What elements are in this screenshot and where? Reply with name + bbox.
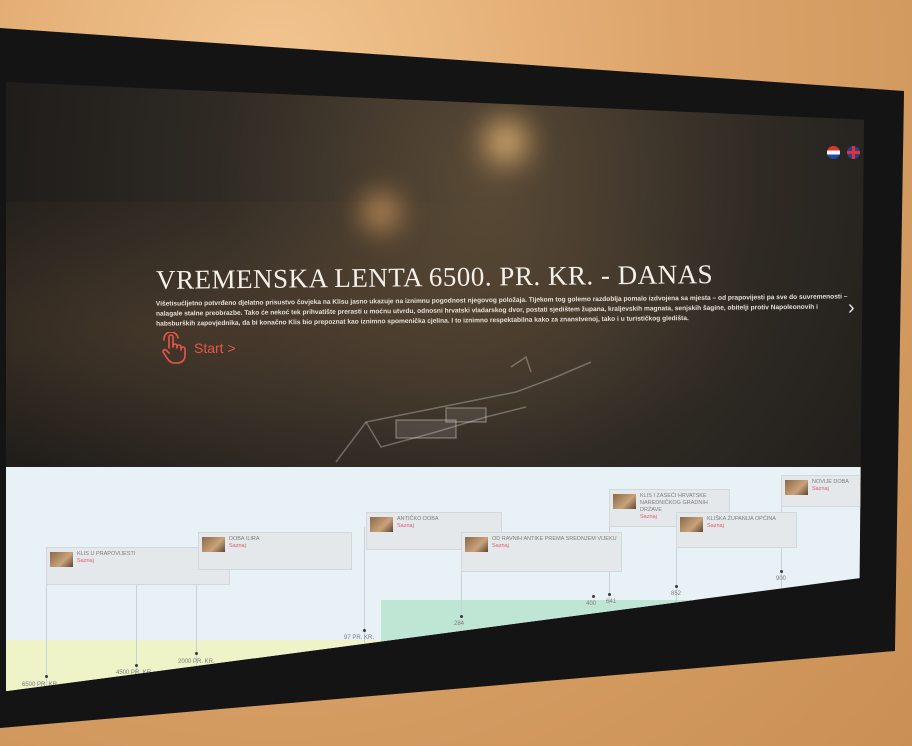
language-switcher: [824, 146, 860, 162]
card-link[interactable]: Saznaj: [229, 543, 347, 550]
card-title: OD RAVNIH ANTIKE PREMA SREDNJEM VIJEKU: [492, 536, 617, 542]
timeline-tick-label: 400: [586, 601, 597, 607]
light-glow: [476, 112, 536, 172]
timeline-dot: [780, 570, 783, 573]
timeline-dot: [460, 615, 463, 618]
hr-flag-icon[interactable]: [827, 146, 840, 159]
card-title: KLIS I ZASEĆI HRVATSKE NAREDNIČKOG GRADN…: [640, 493, 708, 513]
timeline-tick-label: 852: [671, 591, 682, 597]
timeline-tick-label: 284: [454, 621, 465, 627]
card-thumbnail: [613, 494, 636, 509]
next-arrow-icon[interactable]: ›: [848, 297, 855, 320]
hand-pointer-icon: [162, 332, 186, 364]
en-flag-icon[interactable]: [846, 146, 860, 159]
timeline-tick-label: 641: [606, 599, 617, 605]
timeline-dot: [135, 664, 138, 667]
timeline-dot: [675, 585, 678, 588]
timeline-tick-label: 900: [776, 576, 787, 582]
card-link[interactable]: Saznaj: [397, 523, 497, 530]
timeline-tick-label: 97 PR. KR.: [344, 635, 375, 641]
aerial-map-outline: [335, 355, 592, 463]
card-title: DOBA ILIRA: [229, 536, 260, 542]
card-title: ANTIČKO DOBA: [397, 516, 439, 522]
start-label: Start >: [194, 340, 236, 356]
timeline-dot: [592, 595, 595, 598]
page-title: VREMENSKA LENTA 6500. PR. KR. - DANAS: [155, 259, 714, 295]
timeline-dot: [195, 652, 198, 655]
timeline-card[interactable]: KLIŠKA ŽUPANIJA OPĆINA Saznaj: [676, 512, 797, 548]
timeline-card[interactable]: OD RAVNIH ANTIKE PREMA SREDNJEM VIJEKU S…: [461, 532, 622, 572]
card-thumbnail: [465, 537, 488, 552]
timeline-dot: [45, 675, 48, 678]
timeline-tick-label: 2000 PR. KR.: [178, 659, 215, 665]
card-link[interactable]: Saznaj: [492, 543, 617, 550]
card-thumbnail: [50, 552, 73, 567]
light-glow: [356, 187, 406, 237]
card-link[interactable]: Saznaj: [707, 523, 792, 530]
card-thumbnail: [785, 480, 808, 495]
card-thumbnail: [202, 537, 225, 552]
timeline-dot: [608, 593, 611, 596]
card-thumbnail: [680, 517, 703, 532]
card-thumbnail: [370, 517, 393, 532]
start-button[interactable]: Start >: [158, 332, 236, 364]
timeline-dot: [363, 629, 366, 632]
timeline-card[interactable]: DOBA ILIRA Saznaj: [198, 532, 352, 570]
card-title: KLIŠKA ŽUPANIJA OPĆINA: [707, 516, 776, 522]
